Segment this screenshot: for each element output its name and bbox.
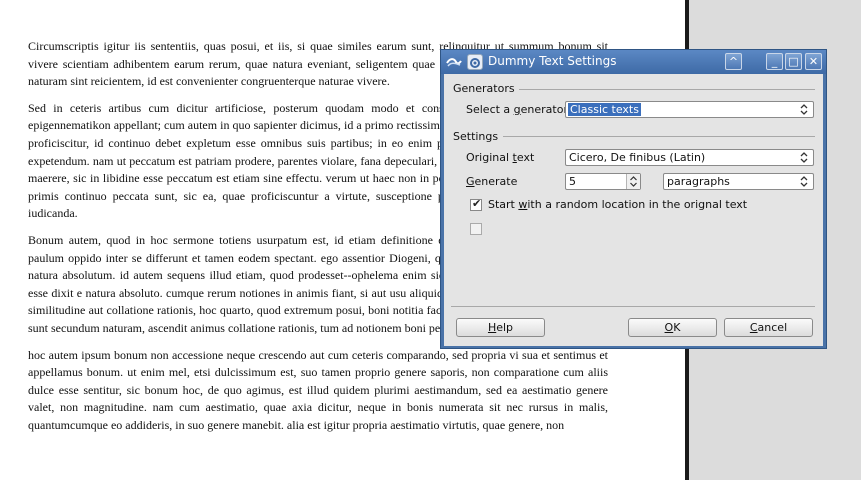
minimize-icon: _	[771, 55, 778, 68]
generator-select[interactable]: Classic texts	[565, 101, 814, 118]
spin-buttons[interactable]	[626, 174, 640, 189]
chevron-up-icon: ^	[728, 55, 739, 68]
second-option-checkbox[interactable]	[470, 223, 482, 235]
original-text-value: Cicero, De finibus (Latin)	[569, 151, 706, 164]
updown-arrow-icon	[800, 104, 808, 115]
dummy-text-settings-dialog: Dummy Text Settings ^ _ □ ✕ Generators S…	[440, 49, 827, 349]
close-icon: ✕	[808, 55, 819, 68]
ok-button[interactable]: OK	[628, 318, 717, 337]
maximize-icon: □	[788, 55, 799, 68]
minimize-button[interactable]: _	[766, 53, 783, 70]
close-button[interactable]: ✕	[805, 53, 822, 70]
updown-arrow-icon	[800, 152, 808, 163]
original-text-select[interactable]: Cicero, De finibus (Latin)	[565, 149, 814, 166]
generator-value: Classic texts	[568, 103, 641, 116]
maximize-button[interactable]: □	[785, 53, 802, 70]
generate-label: Generate	[466, 175, 518, 188]
original-text-label: Original text	[466, 151, 535, 164]
settings-section-label: Settings	[453, 130, 499, 143]
dialog-titlebar[interactable]: Dummy Text Settings ^ _ □ ✕	[441, 50, 826, 74]
settings-separator	[503, 136, 815, 137]
spin-arrows-icon	[630, 176, 637, 187]
random-start-label[interactable]: Start with a random location in the orig…	[488, 198, 747, 211]
dialog-body: Generators Select a generator Classic te…	[444, 74, 823, 346]
generators-section-label: Generators	[453, 82, 515, 95]
paragraph-4: hoc autem ipsum bonum non accessione neq…	[28, 347, 608, 432]
shade-button[interactable]: ^	[725, 53, 742, 70]
app-icon[interactable]	[446, 54, 462, 70]
window-menu-icon[interactable]	[467, 54, 483, 70]
generate-unit-value: paragraphs	[667, 175, 730, 188]
generate-count-value: 5	[569, 175, 576, 188]
updown-arrow-icon	[800, 176, 808, 187]
buttons-separator	[451, 306, 815, 307]
generate-unit-select[interactable]: paragraphs	[663, 173, 814, 190]
cancel-button[interactable]: Cancel	[724, 318, 813, 337]
generators-separator	[519, 89, 815, 90]
help-button[interactable]: Help	[456, 318, 545, 337]
dialog-title: Dummy Text Settings	[488, 54, 617, 68]
random-start-checkbox[interactable]: ✔	[470, 197, 482, 211]
checkmark-icon: ✔	[472, 197, 482, 210]
select-generator-label: Select a generator	[466, 103, 568, 116]
generate-count-spinbox[interactable]: 5	[565, 173, 641, 190]
